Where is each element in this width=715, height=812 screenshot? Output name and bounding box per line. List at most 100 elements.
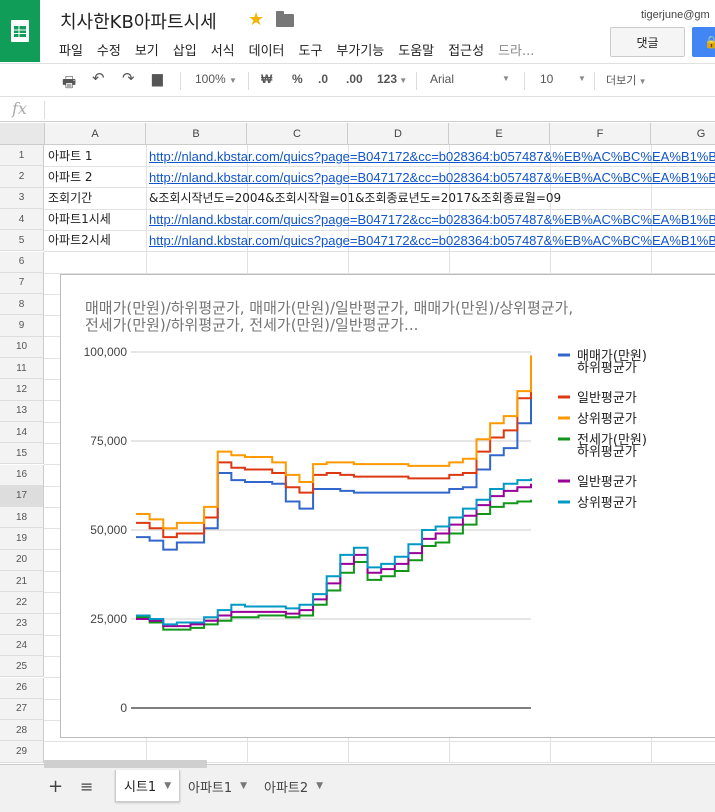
cell-b1[interactable]: http://nland.kbstar.com/quics?page=B0471…	[149, 146, 715, 167]
column-header-g[interactable]: G	[651, 123, 715, 145]
row-header[interactable]: 24	[0, 634, 44, 657]
cell-a5[interactable]: 아파트2시세	[48, 230, 144, 251]
cell-a2[interactable]: 아파트 2	[48, 167, 144, 188]
zoom-select[interactable]: 100% ▼	[195, 72, 237, 86]
menu-format[interactable]: 서식	[211, 40, 235, 59]
series-line-0[interactable]	[136, 391, 532, 551]
paint-format-icon[interactable]: ▆	[152, 70, 163, 87]
currency-format-button[interactable]: ₩	[261, 72, 272, 86]
column-header-b[interactable]: B	[146, 123, 247, 145]
tab-apartment1[interactable]: 아파트1 ▼	[180, 770, 255, 802]
row-header[interactable]: 2	[0, 166, 44, 188]
series-line-5[interactable]	[136, 478, 532, 626]
add-sheet-button[interactable]: +	[40, 770, 71, 802]
chart-title-line2: 전세가(만원)/하위평균가, 전세가(만원)/일반평균가...	[85, 316, 418, 334]
y-tick-label: 50,000	[90, 523, 127, 537]
more-button[interactable]: 더보기 ▼	[606, 72, 647, 88]
increase-decimal-button[interactable]: .00	[346, 72, 363, 86]
row-header[interactable]: 29	[0, 741, 44, 763]
tab-apartment2[interactable]: 아파트2 ▼	[256, 770, 331, 802]
row-header[interactable]: 12	[0, 379, 44, 401]
row-header[interactable]: 18	[0, 507, 44, 529]
series-line-3[interactable]	[136, 499, 532, 631]
row-header[interactable]: 23	[0, 613, 44, 635]
row-header[interactable]: 5	[0, 230, 44, 252]
undo-icon[interactable]: ↶	[92, 69, 105, 87]
row-header[interactable]: 4	[0, 208, 44, 231]
row-header[interactable]: 28	[0, 720, 44, 742]
row-header[interactable]: 6	[0, 251, 44, 273]
row-header[interactable]: 11	[0, 358, 44, 380]
user-email[interactable]: tigerjune@gm	[641, 9, 713, 21]
tab-label: 시트1	[124, 780, 157, 795]
document-title[interactable]: 치사한KB아파트시세	[60, 8, 217, 34]
menu-edit[interactable]: 수정	[97, 40, 121, 59]
column-header-a[interactable]: A	[45, 123, 146, 145]
menu-data[interactable]: 데이터	[249, 40, 285, 59]
sheet-tab-bar	[0, 764, 715, 812]
comment-button[interactable]: 댓글	[610, 27, 685, 57]
row-header[interactable]: 25	[0, 656, 44, 678]
menu-view[interactable]: 보기	[135, 40, 159, 59]
row-header[interactable]: 27	[0, 698, 44, 721]
row-header[interactable]: 22	[0, 592, 44, 614]
star-icon[interactable]: ★	[248, 9, 264, 30]
select-all-corner[interactable]	[0, 123, 45, 145]
all-sheets-button[interactable]: ≡	[72, 770, 101, 802]
more-formats-button[interactable]: 123 ▼	[377, 72, 407, 86]
folder-icon[interactable]	[276, 11, 294, 27]
series-line-2[interactable]	[136, 355, 532, 530]
row-header[interactable]: 10	[0, 336, 44, 358]
cell-b2[interactable]: http://nland.kbstar.com/quics?page=B0471…	[149, 167, 715, 188]
row-header[interactable]: 13	[0, 400, 44, 422]
row-header[interactable]: 1	[0, 145, 44, 167]
cell-a3[interactable]: 조회기간	[48, 188, 144, 209]
cell-a4[interactable]: 아파트1시세	[48, 209, 144, 230]
sheets-app-icon[interactable]	[0, 0, 40, 62]
row-header[interactable]: 9	[0, 315, 44, 337]
redo-icon[interactable]: ↷	[122, 69, 135, 87]
row-header[interactable]: 14	[0, 421, 44, 444]
row-header[interactable]: 26	[0, 677, 44, 699]
formula-bar[interactable]: fx	[0, 98, 715, 122]
menu-file[interactable]: 파일	[59, 40, 83, 59]
menu-help[interactable]: 도움말	[398, 40, 434, 59]
row-header[interactable]: 7	[0, 272, 44, 295]
tab-sheet1[interactable]: 시트1 ▼	[115, 770, 181, 802]
font-select[interactable]: Arial ▼	[430, 72, 512, 86]
menu-accessibility[interactable]: 접근성	[448, 40, 484, 59]
series-line-4[interactable]	[136, 483, 532, 628]
row-header[interactable]: 19	[0, 528, 44, 550]
decrease-decimal-button[interactable]: .0	[318, 72, 328, 86]
column-header-e[interactable]: E	[449, 123, 550, 145]
row-header[interactable]: 20	[0, 549, 44, 571]
column-header-d[interactable]: D	[348, 123, 449, 145]
cell-b3[interactable]: &조회시작년도=2004&조회시작월=01&조회종료년도=2017&조회종료월=…	[149, 188, 715, 209]
row-header[interactable]: 3	[0, 187, 44, 209]
column-header-c[interactable]: C	[247, 123, 348, 145]
legend-label: 일반평균가	[577, 475, 637, 490]
menu-drive[interactable]: 드라...	[498, 40, 534, 59]
row-header[interactable]: 15	[0, 443, 44, 465]
cell-b4[interactable]: http://nland.kbstar.com/quics?page=B0471…	[149, 209, 715, 230]
menu-addons[interactable]: 부가기능	[336, 40, 384, 59]
share-button[interactable]: 🔒	[692, 27, 715, 57]
chevron-down-icon: ▼	[397, 76, 408, 85]
row-header[interactable]: 8	[0, 294, 44, 316]
row-header[interactable]: 17	[0, 485, 44, 508]
menu-tools[interactable]: 도구	[299, 40, 323, 59]
cell-b5[interactable]: http://nland.kbstar.com/quics?page=B0471…	[149, 230, 715, 251]
font-size-select[interactable]: 10 ▼	[540, 72, 586, 86]
chevron-down-icon: ▼	[502, 74, 510, 83]
cell-a1[interactable]: 아파트 1	[48, 146, 144, 167]
sheets-logo-icon	[11, 20, 29, 42]
print-icon[interactable]: 🖶	[62, 72, 76, 97]
menu-insert[interactable]: 삽입	[173, 40, 197, 59]
column-header-f[interactable]: F	[550, 123, 651, 145]
row-header[interactable]: 21	[0, 571, 44, 593]
horizontal-scrollbar[interactable]	[44, 760, 207, 768]
percent-format-button[interactable]: %	[292, 72, 303, 86]
line-chart[interactable]: 매매가(만원)/하위평균가, 매매가(만원)/일반평균가, 매매가(만원)/상위…	[60, 274, 715, 738]
series-line-1[interactable]	[136, 366, 532, 539]
row-header[interactable]: 16	[0, 464, 44, 486]
